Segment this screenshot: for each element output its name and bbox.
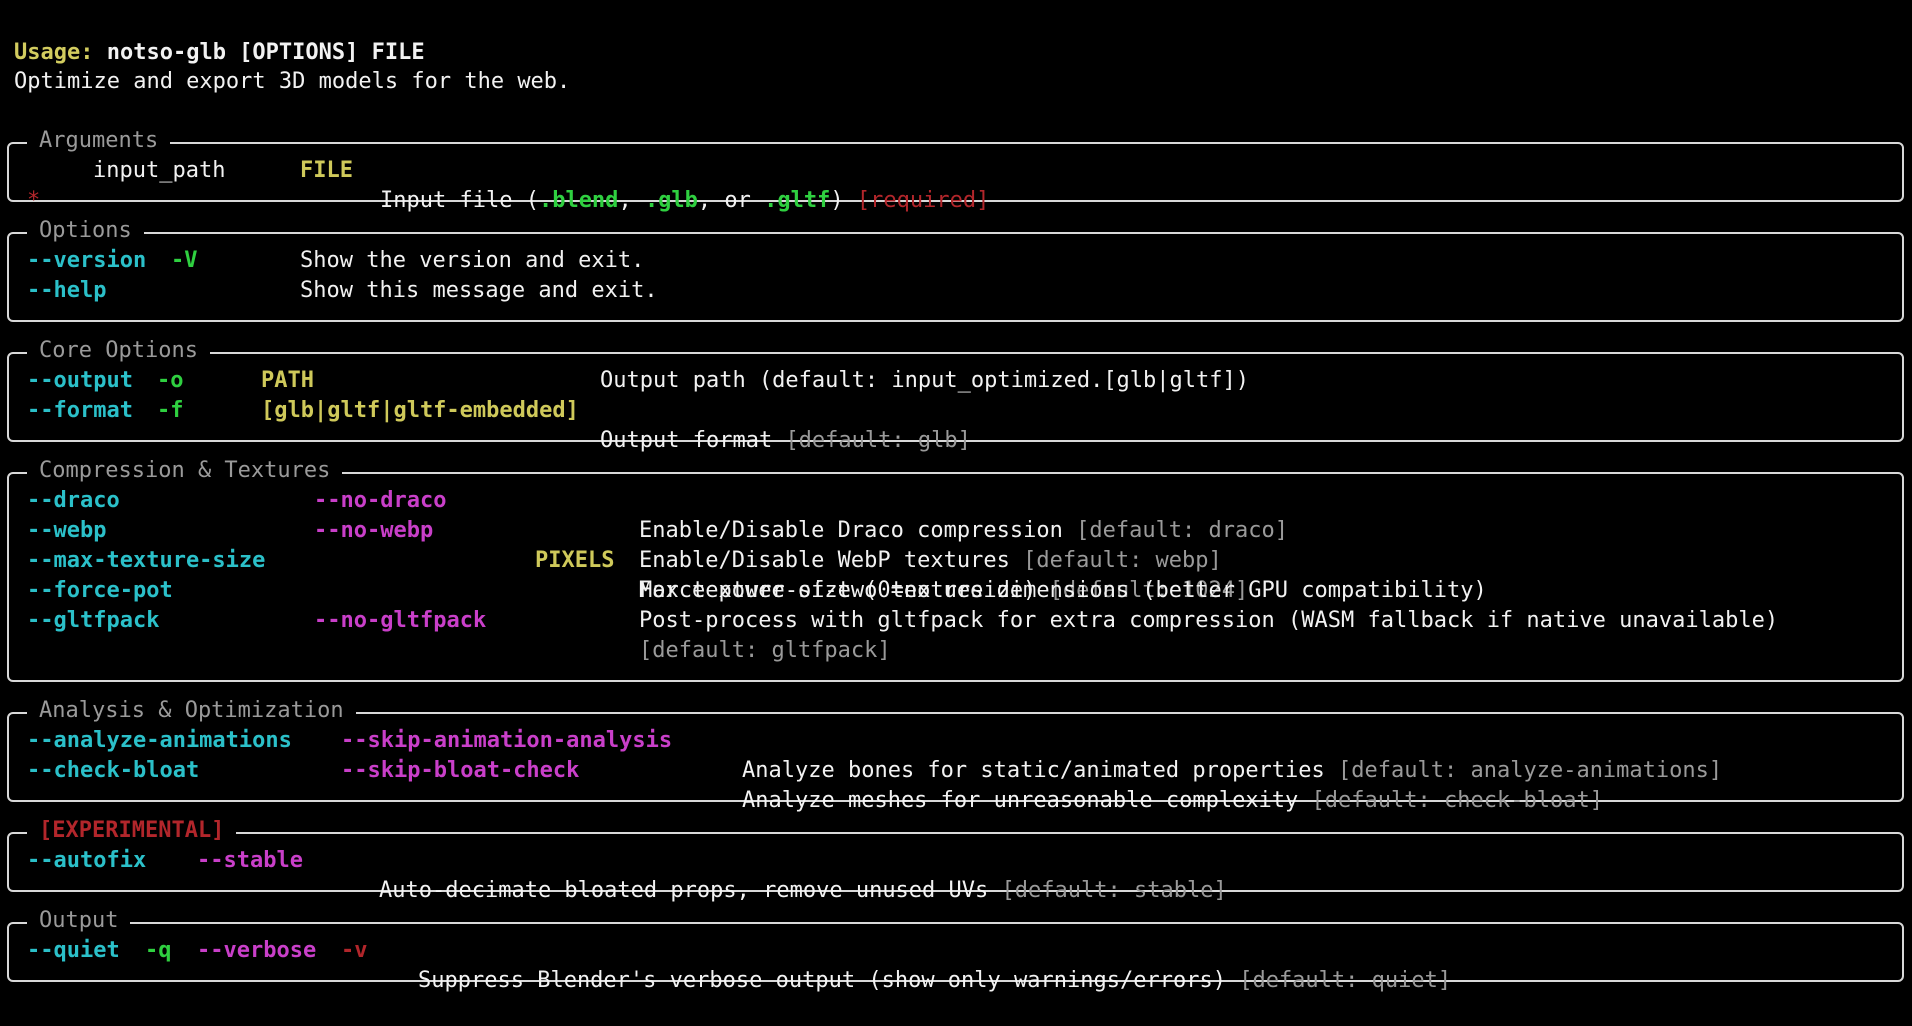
- experimental-neg-stable: --stable: [197, 848, 303, 873]
- usage-text: notso-glb [OPTIONS] FILE: [93, 40, 425, 65]
- compression-neg-gltfpack: --no-gltfpack: [314, 608, 487, 633]
- option-short-version: -V: [171, 248, 198, 273]
- panel-title-options: Options: [27, 216, 144, 246]
- panel-experimental: [EXPERIMENTAL] --autofix --stable Auto-d…: [7, 816, 1904, 903]
- compression-flag-webp: --webp: [27, 518, 107, 543]
- default-value: [default: stable]: [1001, 878, 1227, 903]
- argument-metavar: FILE: [300, 158, 353, 183]
- output-flag-quiet: --quiet: [27, 938, 120, 963]
- compression-flag-force-pot: --force-pot: [27, 578, 173, 603]
- analysis-neg-skip-bloat-check: --skip-bloat-check: [341, 758, 580, 783]
- core-flag-format: --format: [27, 398, 133, 423]
- analysis-neg-skip-animation-analysis: --skip-animation-analysis: [341, 728, 673, 753]
- help-text: Auto-decimate bloated props, remove unus…: [379, 878, 1002, 903]
- panel-compression: Compression & Textures --draco --no-drac…: [7, 456, 1904, 682]
- experimental-flag-autofix: --autofix: [27, 848, 147, 873]
- help-text: Analyze meshes for unreasonable complexi…: [742, 788, 1312, 813]
- compression-flag-max-texture-size: --max-texture-size: [27, 548, 266, 573]
- panel-title-arguments: Arguments: [27, 126, 171, 156]
- compression-help-webp: Enable/Disable WebP textures [default: w…: [639, 516, 1222, 573]
- core-help-output: Output path (default: input_optimized.[g…: [600, 368, 1250, 393]
- help-text: Output format: [600, 428, 786, 453]
- ext-glb: .glb: [644, 188, 698, 213]
- compression-help-force-pot: Force power-of-two texture dimensions (b…: [639, 578, 1487, 603]
- output-neg-short-verbose: -v: [341, 938, 368, 963]
- output-neg-verbose: --verbose: [197, 938, 317, 963]
- usage-line: Usage: notso-glb [OPTIONS] FILE: [14, 8, 425, 65]
- option-flag-version: --version: [27, 248, 147, 273]
- default-value: [default: quiet]: [1239, 968, 1452, 993]
- panel-title-output: Output: [27, 906, 131, 936]
- description: Optimize and export 3D models for the we…: [14, 69, 571, 94]
- option-help-help: Show this message and exit.: [300, 278, 658, 303]
- help-text: ,: [618, 188, 645, 213]
- option-help-version: Show the version and exit.: [300, 248, 645, 273]
- argument-name: input_path: [93, 158, 226, 183]
- required-star: *: [27, 188, 41, 213]
- panel-analysis: Analysis & Optimization --analyze-animat…: [7, 696, 1904, 813]
- core-metavar-format: [glb|gltf|gltf-embedded]: [261, 398, 579, 423]
- default-value: [default: glb]: [785, 428, 971, 453]
- panel-title-experimental: [EXPERIMENTAL]: [27, 816, 237, 846]
- analysis-help-animations: Analyze bones for static/animated proper…: [742, 726, 1722, 783]
- core-metavar-output: PATH: [261, 368, 314, 393]
- required-tag: [required]: [856, 188, 990, 213]
- core-short-output: -o: [157, 368, 184, 393]
- panel-title-core: Core Options: [27, 336, 210, 366]
- experimental-help-autofix: Auto-decimate bloated props, remove unus…: [379, 846, 1227, 903]
- output-short-quiet: -q: [145, 938, 172, 963]
- analysis-flag-analyze-animations: --analyze-animations: [27, 728, 292, 753]
- ext-gltf: .gltf: [764, 188, 831, 213]
- default-value: [default: check-bloat]: [1311, 788, 1603, 813]
- panel-title-compression: Compression & Textures: [27, 456, 343, 486]
- compression-metavar-pixels: PIXELS: [535, 548, 615, 573]
- compression-help-draco: Enable/Disable Draco compression [defaul…: [639, 486, 1288, 543]
- compression-help-gltfpack: Post-process with gltfpack for extra com…: [639, 608, 1779, 633]
- panel-arguments: Arguments * input_path FILE Input file (…: [7, 126, 1904, 213]
- argument-help: Input file (.blend, .glb, or .gltf) [req…: [380, 156, 989, 213]
- core-help-format: Output format [default: glb]: [600, 396, 971, 453]
- compression-neg-draco: --no-draco: [314, 488, 447, 513]
- ext-blend: .blend: [538, 188, 619, 213]
- panel-options: Options --version -V Show the version an…: [7, 216, 1904, 322]
- help-text: Input file (: [380, 188, 539, 213]
- compression-neg-webp: --no-webp: [314, 518, 434, 543]
- core-short-format: -f: [157, 398, 184, 423]
- option-flag-help: --help: [27, 278, 107, 303]
- help-text: ): [830, 188, 857, 213]
- compression-default-gltfpack: [default: gltfpack]: [639, 638, 891, 663]
- output-help-quiet: Suppress Blender's verbose output (show …: [418, 936, 1451, 993]
- core-flag-output: --output: [27, 368, 133, 393]
- panel-output: Output --quiet -q --verbose -v Suppress …: [7, 906, 1904, 993]
- panel-core-options: Core Options --output -o PATH Output pat…: [7, 336, 1904, 453]
- analysis-help-bloat: Analyze meshes for unreasonable complexi…: [742, 756, 1603, 813]
- analysis-flag-check-bloat: --check-bloat: [27, 758, 200, 783]
- usage-label: Usage:: [14, 40, 94, 65]
- panel-title-analysis: Analysis & Optimization: [27, 696, 356, 726]
- help-text: Suppress Blender's verbose output (show …: [418, 968, 1240, 993]
- compression-help-max-texture-size: Max texture size (0=no resize) [default:…: [639, 546, 1248, 603]
- compression-flag-gltfpack: --gltfpack: [27, 608, 160, 633]
- argument-row: *: [27, 156, 54, 213]
- help-text: , or: [697, 188, 765, 213]
- compression-flag-draco: --draco: [27, 488, 120, 513]
